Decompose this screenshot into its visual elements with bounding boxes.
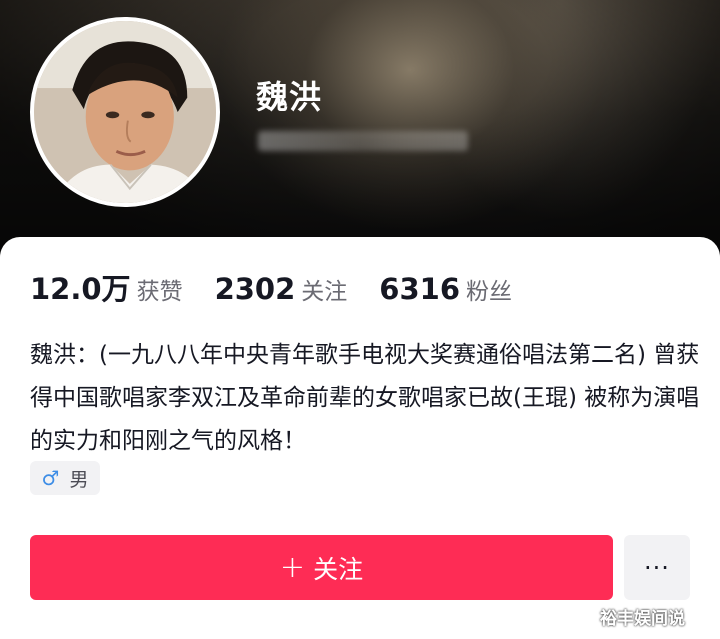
avatar-photo xyxy=(34,21,216,203)
more-dots-icon: ··· xyxy=(644,553,670,582)
stat-following-label: 关注 xyxy=(301,279,348,305)
follow-button[interactable]: + 关注 xyxy=(30,535,613,600)
profile-stats: 12.0万 获赞 2302 关注 6316 粉丝 xyxy=(30,266,544,308)
stat-likes[interactable]: 12.0万 获赞 xyxy=(30,266,183,308)
watermark: 裕丰娱间说 xyxy=(600,609,685,629)
more-options-button[interactable]: ··· xyxy=(624,535,690,600)
blurred-user-id xyxy=(258,131,468,151)
stat-followers[interactable]: 6316 粉丝 xyxy=(379,272,512,306)
profile-bio: 魏洪：(一九八八年中央青年歌手电视大奖赛通俗唱法第二名) 曾获得中国歌唱家李双江… xyxy=(30,342,700,454)
stat-likes-label: 获赞 xyxy=(136,279,183,305)
plus-icon: + xyxy=(279,550,306,585)
stat-following[interactable]: 2302 关注 xyxy=(215,272,348,306)
follow-button-label: 关注 xyxy=(313,554,364,584)
male-icon: ♂ xyxy=(41,466,60,490)
stat-following-value: 2302 xyxy=(214,272,296,306)
avatar[interactable] xyxy=(30,17,220,207)
stat-followers-label: 粉丝 xyxy=(466,279,512,305)
stat-followers-value: 6316 xyxy=(379,272,460,306)
profile-name: 魏洪 xyxy=(256,78,323,116)
stat-likes-value: 12.0万 xyxy=(30,272,131,306)
gender-tag: ♂ 男 xyxy=(30,461,100,495)
gender-label: 男 xyxy=(69,468,89,491)
